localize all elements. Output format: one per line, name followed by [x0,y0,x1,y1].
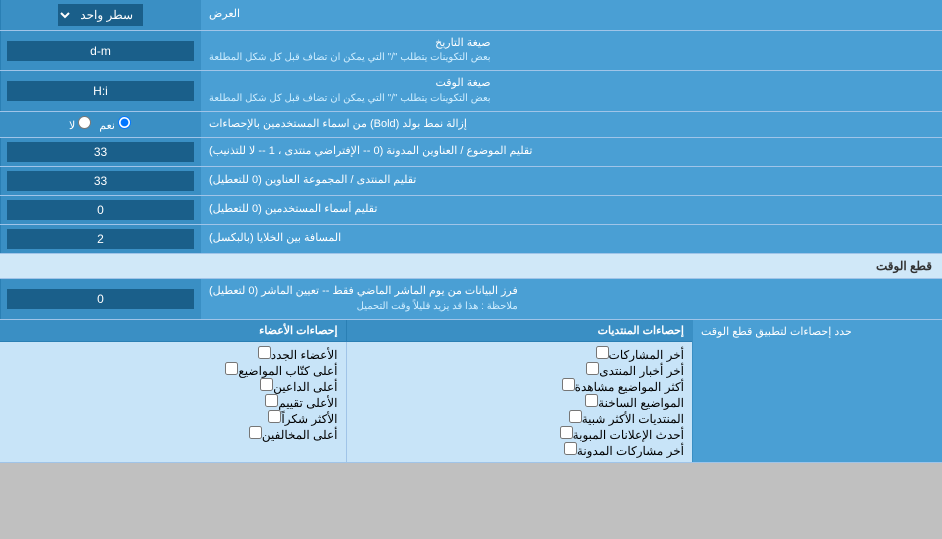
usernames-trim-input-cell[interactable] [0,196,200,224]
stats-label-cell: حدد إحصاءات لتطبيق قطع الوقت [692,320,942,462]
cutoff-input-cell[interactable] [0,279,200,318]
cb-item-4[interactable]: المواضيع الساخنة [355,394,685,410]
header-label: العرض [200,0,942,30]
cb-col2: الأعضاء الجدد أعلى كتّاب المواضيع أعلى ا… [0,342,346,462]
cb-6[interactable] [560,426,573,439]
cutoff-row: فرز البيانات من يوم الماشر الماضي فقط --… [0,279,942,319]
time-format-row: صيغة الوقت بعض التكوينات يتطلب "/" التي … [0,71,942,111]
usernames-trim-row: تقليم أسماء المستخدمين (0 للتعطيل) [0,196,942,225]
cb-item-9[interactable]: أعلى كتّاب المواضيع [8,362,338,378]
subject-count-row: تقليم الموضوع / العناوين المدونة (0 -- ا… [0,138,942,167]
bold-remove-label: إزالة نمط بولد (Bold) من اسماء المستخدمي… [200,112,942,137]
cb-item-12[interactable]: الأكثر شكراً [8,410,338,426]
cb-col2-header: إحصاءات الأعضاء [0,320,346,341]
date-format-input[interactable] [7,41,194,61]
checkboxes-area: حدد إحصاءات لتطبيق قطع الوقت إحصاءات الم… [0,320,942,463]
cb-item-13[interactable]: أعلى المخالفين [8,426,338,442]
cb-item-3[interactable]: أكثر المواضيع مشاهدة [355,378,685,394]
cb-headers: إحصاءات المنتديات إحصاءات الأعضاء [0,320,692,342]
cb-item-5[interactable]: المنتديات الأكثر شبية [355,410,685,426]
cb-col1-header: إحصاءات المنتديات [346,320,693,341]
cb-item-2[interactable]: أخر أخبار المنتدى [355,362,685,378]
subject-count-label: تقليم الموضوع / العناوين المدونة (0 -- ا… [200,138,942,166]
cb-1[interactable] [596,346,609,359]
forum-headers-input[interactable] [7,171,194,191]
usernames-trim-input[interactable] [7,200,194,220]
cb-8[interactable] [258,346,271,359]
cb-12[interactable] [268,410,281,423]
forum-headers-label: تقليم المنتدى / المجموعة العناوين (0 للت… [200,167,942,195]
time-format-input[interactable] [7,81,194,101]
cb-item-10[interactable]: أعلى الداعين [8,378,338,394]
cb-item-8[interactable]: الأعضاء الجدد [8,346,338,362]
cb-5[interactable] [569,410,582,423]
radio-no-label[interactable]: لا [69,116,91,132]
forum-headers-input-cell[interactable] [0,167,200,195]
subject-count-input[interactable] [7,142,194,162]
display-dropdown-cell[interactable]: سطر واحد [0,0,200,30]
cb-col1: أخر المشاركات أخر أخبار المنتدى أكثر الم… [346,342,693,462]
date-format-row: صيغة التاريخ بعض التكوينات يتطلب "/" الت… [0,31,942,71]
cell-spacing-row: المسافة بين الخلايا (بالبكسل) [0,225,942,254]
cb-7[interactable] [564,442,577,455]
time-format-input-cell[interactable] [0,71,200,110]
cb-item-11[interactable]: الأعلى تقييم [8,394,338,410]
date-format-label: صيغة التاريخ بعض التكوينات يتطلب "/" الت… [200,31,942,70]
cb-items: أخر المشاركات أخر أخبار المنتدى أكثر الم… [0,342,692,462]
cb-13[interactable] [249,426,262,439]
checkbox-columns: إحصاءات المنتديات إحصاءات الأعضاء أخر ال… [0,320,692,462]
radio-no[interactable] [78,116,91,129]
subject-count-input-cell[interactable] [0,138,200,166]
cb-4[interactable] [585,394,598,407]
cb-3[interactable] [562,378,575,391]
usernames-trim-label: تقليم أسماء المستخدمين (0 للتعطيل) [200,196,942,224]
cell-spacing-input[interactable] [7,229,194,249]
radio-yes[interactable] [118,116,131,129]
cutoff-section-header: قطع الوقت [0,254,942,279]
bold-remove-row: إزالة نمط بولد (Bold) من اسماء المستخدمي… [0,112,942,138]
cutoff-label: فرز البيانات من يوم الماشر الماضي فقط --… [200,279,942,318]
cb-2[interactable] [586,362,599,375]
date-format-input-cell[interactable] [0,31,200,70]
cb-9[interactable] [225,362,238,375]
cell-spacing-input-cell[interactable] [0,225,200,253]
forum-headers-row: تقليم المنتدى / المجموعة العناوين (0 للت… [0,167,942,196]
cb-11[interactable] [265,394,278,407]
cell-spacing-label: المسافة بين الخلايا (بالبكسل) [200,225,942,253]
bold-remove-radio-cell: نعم لا [0,112,200,137]
radio-yes-label[interactable]: نعم [99,116,131,132]
cutoff-input[interactable] [7,289,194,309]
cb-item-6[interactable]: أحدث الإعلانات المبوبة [355,426,685,442]
time-format-label: صيغة الوقت بعض التكوينات يتطلب "/" التي … [200,71,942,110]
cb-10[interactable] [260,378,273,391]
cb-item-1[interactable]: أخر المشاركات [355,346,685,362]
display-select[interactable]: سطر واحد [58,4,143,26]
cb-item-7[interactable]: أخر مشاركات المدونة [355,442,685,458]
